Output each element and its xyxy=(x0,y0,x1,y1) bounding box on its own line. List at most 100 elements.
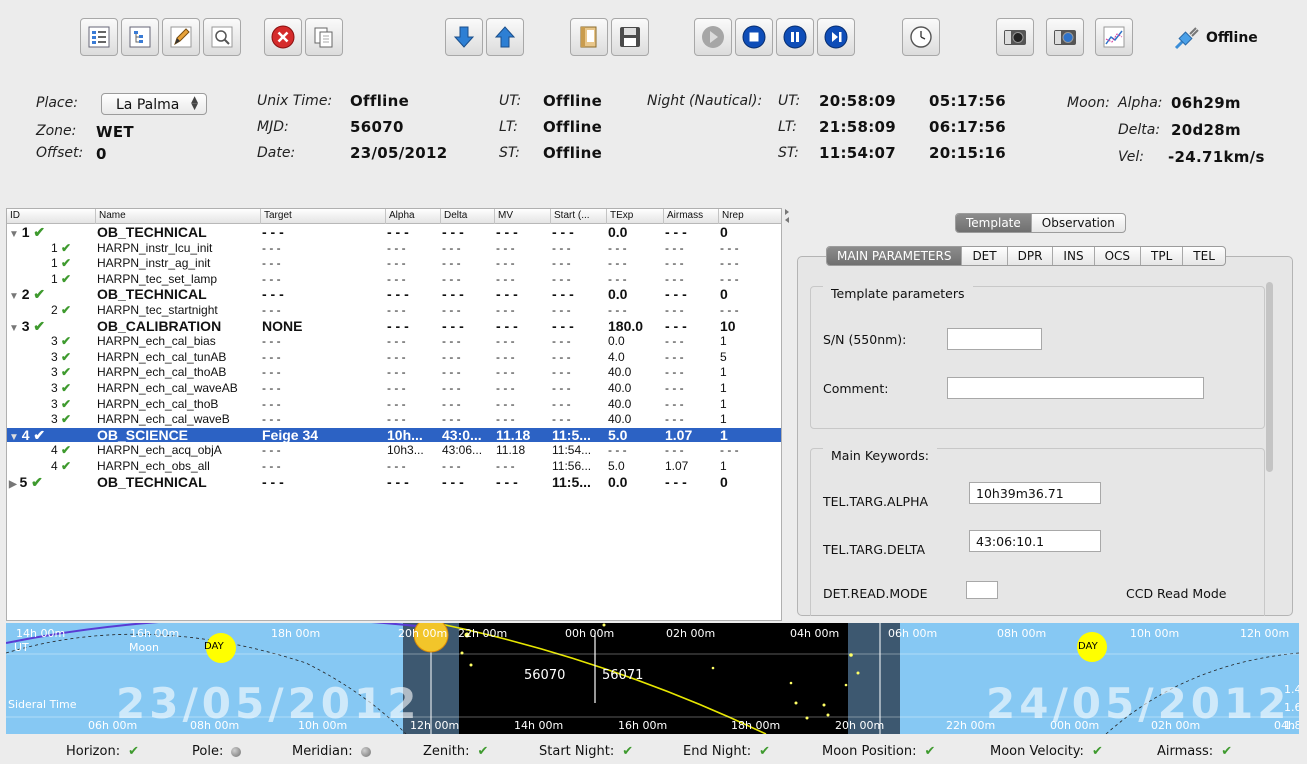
status-item: Start Night: ✔ xyxy=(539,744,633,759)
table-row-ob[interactable]: ▼ 3 ✔ OB_CALIBRATION NONE - - - - - - - - - - … xyxy=(7,319,781,334)
col-airmass[interactable]: Airmass xyxy=(663,209,718,224)
delete-button[interactable] xyxy=(264,18,302,56)
search-button[interactable] xyxy=(203,18,241,56)
table-row-template[interactable]: 3 ✔ HARPN_ech_cal_thoB - - - - - - - - - - - … xyxy=(7,397,781,411)
cell-texp: - - - xyxy=(608,443,627,458)
step-button[interactable] xyxy=(817,18,855,56)
cell-id: 3 ✔ xyxy=(7,334,91,348)
st-label: ST: xyxy=(499,145,520,161)
scrollbar-thumb[interactable] xyxy=(1266,282,1273,472)
table-row-ob[interactable]: ▶ 5 ✔ OB_TECHNICAL - - - - - - - - - - - - 11:… xyxy=(7,475,781,490)
cell-name: HARPN_tec_startnight xyxy=(97,303,218,317)
table-row-ob[interactable]: ▼ 2 ✔ OB_TECHNICAL - - - - - - - - - - - - - -… xyxy=(7,287,781,302)
night-st-label: ST: xyxy=(778,145,799,161)
tab-ocs[interactable]: OCS xyxy=(1093,247,1140,265)
col-id[interactable]: ID xyxy=(7,209,95,224)
edit-button[interactable] xyxy=(162,18,200,56)
table-row-template[interactable]: 3 ✔ HARPN_ech_cal_waveB - - - - - - - - - - -… xyxy=(7,412,781,426)
place-select[interactable]: La Palma ▲ ▼ xyxy=(101,93,207,115)
tab-tel[interactable]: TEL xyxy=(1182,247,1225,265)
tab-observation[interactable]: Observation xyxy=(1030,214,1125,232)
tab-tpl[interactable]: TPL xyxy=(1140,247,1182,265)
ut-tick: 16h 00m xyxy=(130,627,180,640)
place-label: Place: xyxy=(36,95,78,111)
cell-delta: - - - xyxy=(442,271,461,286)
open-button[interactable] xyxy=(570,18,608,56)
col-start[interactable]: Start (... xyxy=(550,209,606,224)
move-up-button[interactable] xyxy=(486,18,524,56)
plot-button[interactable] xyxy=(1095,18,1133,56)
cell-delta: - - - xyxy=(442,365,461,380)
check-icon: ✔ xyxy=(57,365,72,380)
tab-det[interactable]: DET xyxy=(961,247,1006,265)
cell-target: - - - xyxy=(262,349,281,364)
connection-status[interactable]: Offline xyxy=(1172,24,1258,52)
cell-texp: 40.0 xyxy=(608,365,632,380)
tree-view-button[interactable] xyxy=(121,18,159,56)
read-mode-stepper[interactable] xyxy=(966,581,998,599)
col-texp[interactable]: TExp xyxy=(606,209,663,224)
tab-template[interactable]: Template xyxy=(956,214,1031,232)
table-row-template[interactable]: 4 ✔ HARPN_ech_acq_objA - - - 10h3... 43:06..… xyxy=(7,443,781,457)
clock-button[interactable] xyxy=(902,18,940,56)
row-id: 3 xyxy=(51,396,58,411)
col-target[interactable]: Target xyxy=(260,209,385,224)
table-row-template[interactable]: 3 ✔ HARPN_ech_cal_bias - - - - - - - - - - - … xyxy=(7,334,781,348)
table-row-template[interactable]: 3 ✔ HARPN_ech_cal_thoAB - - - - - - - - - - -… xyxy=(7,365,781,379)
col-name[interactable]: Name xyxy=(95,209,260,224)
airmass-tick: 1.6 xyxy=(1284,701,1299,714)
collapse-icon[interactable]: ▼ xyxy=(9,229,22,240)
col-nrep[interactable]: Nrep xyxy=(718,209,781,224)
cell-start: - - - xyxy=(552,381,571,395)
cell-target: - - - xyxy=(262,365,281,380)
play-button[interactable] xyxy=(694,18,732,56)
table-row-ob[interactable]: ▼ 4 ✔ OB_SCIENCE Feige 34 10h... 43:0... 11.1… xyxy=(7,427,781,443)
table-row-template[interactable]: 3 ✔ HARPN_ech_cal_tunAB - - - - - - - - - - -… xyxy=(7,350,781,364)
move-down-button[interactable] xyxy=(445,18,483,56)
collapse-icon[interactable]: ▼ xyxy=(9,432,22,443)
cell-mv: 11.18 xyxy=(496,427,531,442)
table-row-template[interactable]: 2 ✔ HARPN_tec_startnight - - - - - - - - - - … xyxy=(7,303,781,317)
copy-button[interactable] xyxy=(305,18,343,56)
check-icon: ✔ xyxy=(1221,744,1233,759)
col-mv[interactable]: MV xyxy=(494,209,550,224)
camera-alt-button[interactable] xyxy=(1046,18,1084,56)
table-row-template[interactable]: 1 ✔ HARPN_instr_ag_init - - - - - - - - - - -… xyxy=(7,256,781,270)
sn-input[interactable] xyxy=(947,328,1042,350)
col-alpha[interactable]: Alpha xyxy=(385,209,440,224)
tab-main-parameters[interactable]: MAIN PARAMETERS xyxy=(827,247,962,265)
cell-target: - - - xyxy=(262,303,281,317)
cell-delta: - - - xyxy=(442,459,461,473)
cell-target: - - - xyxy=(262,459,281,473)
date-label: Date: xyxy=(257,145,296,161)
panel-splitter[interactable] xyxy=(782,208,794,621)
cell-target: - - - xyxy=(262,334,281,349)
table-row-template[interactable]: 1 ✔ HARPN_tec_set_lamp - - - - - - - - - - - … xyxy=(7,272,781,286)
sidereal-tick: 12h 00m xyxy=(410,719,460,732)
cell-alpha: - - - xyxy=(387,225,409,239)
pause-button[interactable] xyxy=(776,18,814,56)
table-row-ob[interactable]: ▼ 1 ✔ OB_TECHNICAL - - - - - - - - - - - - - -… xyxy=(7,225,781,240)
col-delta[interactable]: Delta xyxy=(440,209,494,224)
table-row-template[interactable]: 4 ✔ HARPN_ech_obs_all - - - - - - - - - - - -… xyxy=(7,459,781,473)
comment-input[interactable] xyxy=(947,377,1204,399)
night-timeline[interactable]: 23/05/2012 24/05/2012 UT Moon Sideral Ti… xyxy=(6,623,1299,734)
tab-dpr[interactable]: DPR xyxy=(1006,247,1053,265)
targ-alpha-input[interactable]: 10h39m36.71 xyxy=(969,482,1101,504)
cell-airmass: - - - xyxy=(665,240,684,255)
cell-name: OB_TECHNICAL xyxy=(97,225,207,239)
tab-ins[interactable]: INS xyxy=(1052,247,1093,265)
params-scrollbar[interactable] xyxy=(1265,278,1274,613)
cell-airmass: - - - xyxy=(665,412,684,427)
table-row-template[interactable]: 1 ✔ HARPN_instr_lcu_init - - - - - - - - - - … xyxy=(7,241,781,255)
star-dot xyxy=(826,713,830,717)
targ-delta-input[interactable]: 43:06:10.1 xyxy=(969,530,1101,552)
save-button[interactable] xyxy=(611,18,649,56)
camera-button[interactable] xyxy=(996,18,1034,56)
expand-icon[interactable]: ▶ xyxy=(9,479,19,490)
list-view-button[interactable] xyxy=(80,18,118,56)
table-row-template[interactable]: 3 ✔ HARPN_ech_cal_waveAB - - - - - - - - - - … xyxy=(7,381,781,395)
collapse-icon[interactable]: ▼ xyxy=(9,291,22,302)
collapse-icon[interactable]: ▼ xyxy=(9,323,22,334)
stop-button[interactable] xyxy=(735,18,773,56)
